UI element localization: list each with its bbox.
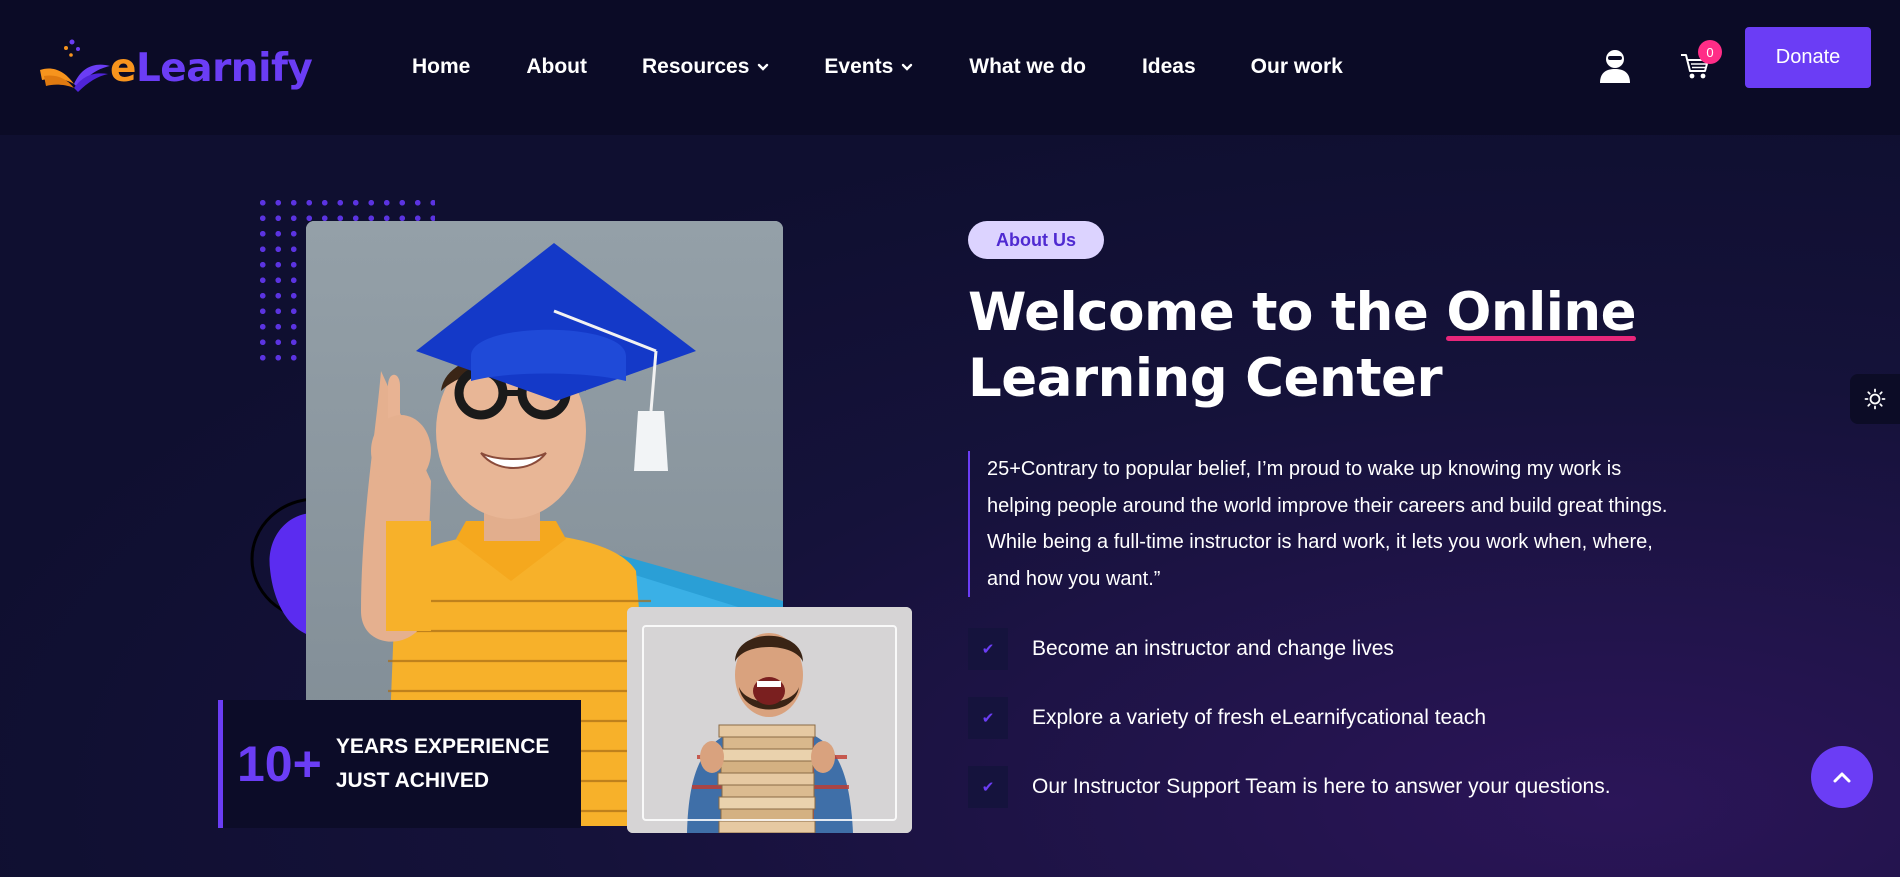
- chevron-up-icon: [1833, 772, 1851, 783]
- checklist-text: Explore a variety of fresh eLearnifycati…: [1032, 706, 1487, 729]
- scroll-to-top-button[interactable]: [1811, 746, 1873, 808]
- experience-badge: 10+ YEARS EXPERIENCE JUST ACHIVED: [218, 700, 581, 828]
- logo-wordmark: eLearnify: [110, 45, 313, 91]
- nav-item-ideas[interactable]: Ideas: [1142, 54, 1196, 80]
- nav-item-events[interactable]: Events: [824, 54, 913, 80]
- experience-number: 10+: [237, 736, 322, 792]
- site-logo[interactable]: eLearnify: [38, 36, 313, 100]
- user-icon[interactable]: [1598, 48, 1632, 84]
- book-logo-icon: [40, 39, 110, 92]
- page-title: Welcome to the Online Learning Center: [968, 280, 1637, 409]
- theme-toggle-button[interactable]: [1850, 374, 1900, 424]
- about-us-pill: About Us: [968, 221, 1104, 259]
- nav-item-what-we-do[interactable]: What we do: [969, 54, 1086, 80]
- nav-item-home[interactable]: Home: [412, 54, 470, 80]
- nav-item-about[interactable]: About: [526, 54, 587, 80]
- checklist-text: Our Instructor Support Team is here to a…: [1032, 775, 1611, 798]
- experience-text: YEARS EXPERIENCE JUST ACHIVED: [335, 735, 550, 792]
- list-item: ✔ Our Instructor Support Team is here to…: [968, 766, 1611, 808]
- main-nav: Home About Resources Events What we do I…: [412, 54, 1343, 80]
- check-icon: ✔: [968, 766, 1008, 808]
- student-with-books-photo: [627, 607, 912, 833]
- site-header: eLearnify Home About Resources Events Wh…: [0, 0, 1900, 135]
- check-icon: ✔: [968, 628, 1008, 670]
- about-quote: 25+Contrary to popular belief, I’m proud…: [968, 451, 1688, 597]
- nav-item-resources[interactable]: Resources: [642, 54, 769, 80]
- chevron-down-icon: [902, 63, 913, 71]
- donate-button[interactable]: Donate: [1745, 27, 1871, 88]
- check-icon: ✔: [968, 697, 1008, 739]
- list-item: ✔ Explore a variety of fresh eLearnifyca…: [968, 697, 1611, 739]
- checklist-text: Become an instructor and change lives: [1032, 637, 1394, 660]
- photo-frame-decoration: [642, 625, 897, 821]
- feature-checklist: ✔ Become an instructor and change lives …: [968, 628, 1611, 835]
- nav-item-our-work[interactable]: Our work: [1251, 54, 1343, 80]
- sun-icon: [1864, 388, 1886, 410]
- list-item: ✔ Become an instructor and change lives: [968, 628, 1611, 670]
- chevron-down-icon: [758, 63, 769, 71]
- title-highlight: Online: [1446, 280, 1637, 346]
- cart-count-badge: 0: [1698, 40, 1722, 64]
